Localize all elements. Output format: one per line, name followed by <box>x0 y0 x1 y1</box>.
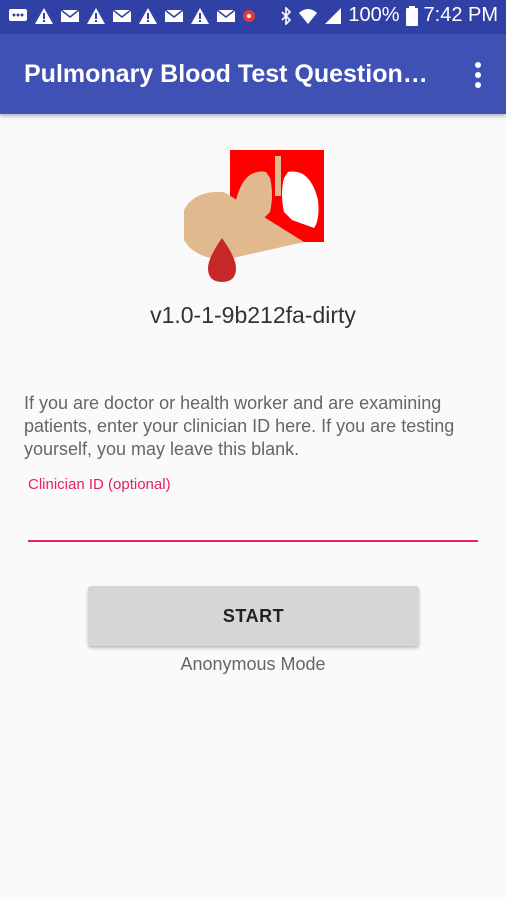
mail-icon <box>60 9 80 22</box>
warning-icon <box>87 8 105 24</box>
clinician-id-label: Clinician ID (optional) <box>28 476 171 493</box>
overflow-menu-icon[interactable] <box>468 60 488 90</box>
warning-icon <box>139 8 157 24</box>
clock: 7:42 PM <box>423 4 498 26</box>
mail-icon <box>112 9 132 22</box>
warning-icon <box>191 8 209 24</box>
clinician-id-input[interactable] <box>28 500 478 542</box>
warning-icon <box>35 8 53 24</box>
wifi-icon <box>299 8 318 24</box>
mail-icon <box>216 9 236 22</box>
mail-icon <box>164 9 184 22</box>
app-bar: Pulmonary Blood Test Question… <box>0 34 506 114</box>
battery-percent: 100% <box>348 4 400 26</box>
instructions-text: If you are doctor or health worker and a… <box>24 393 455 459</box>
chat-icon <box>9 9 27 21</box>
version-label: v1.0-1-9b212fa-dirty <box>150 302 356 328</box>
status-bar: 100% 7:42 PM <box>0 0 506 34</box>
bluetooth-icon <box>281 6 292 25</box>
system-status: 100% 7:42 PM <box>280 4 498 27</box>
start-button[interactable]: START <box>88 586 419 646</box>
signal-icon <box>325 7 342 24</box>
app-notification-icon <box>243 10 255 22</box>
battery-icon <box>405 5 418 26</box>
app-title: Pulmonary Blood Test Question… <box>24 60 428 88</box>
notification-icons <box>8 7 256 25</box>
app-logo <box>184 150 324 290</box>
mode-label: Anonymous Mode <box>180 654 326 674</box>
